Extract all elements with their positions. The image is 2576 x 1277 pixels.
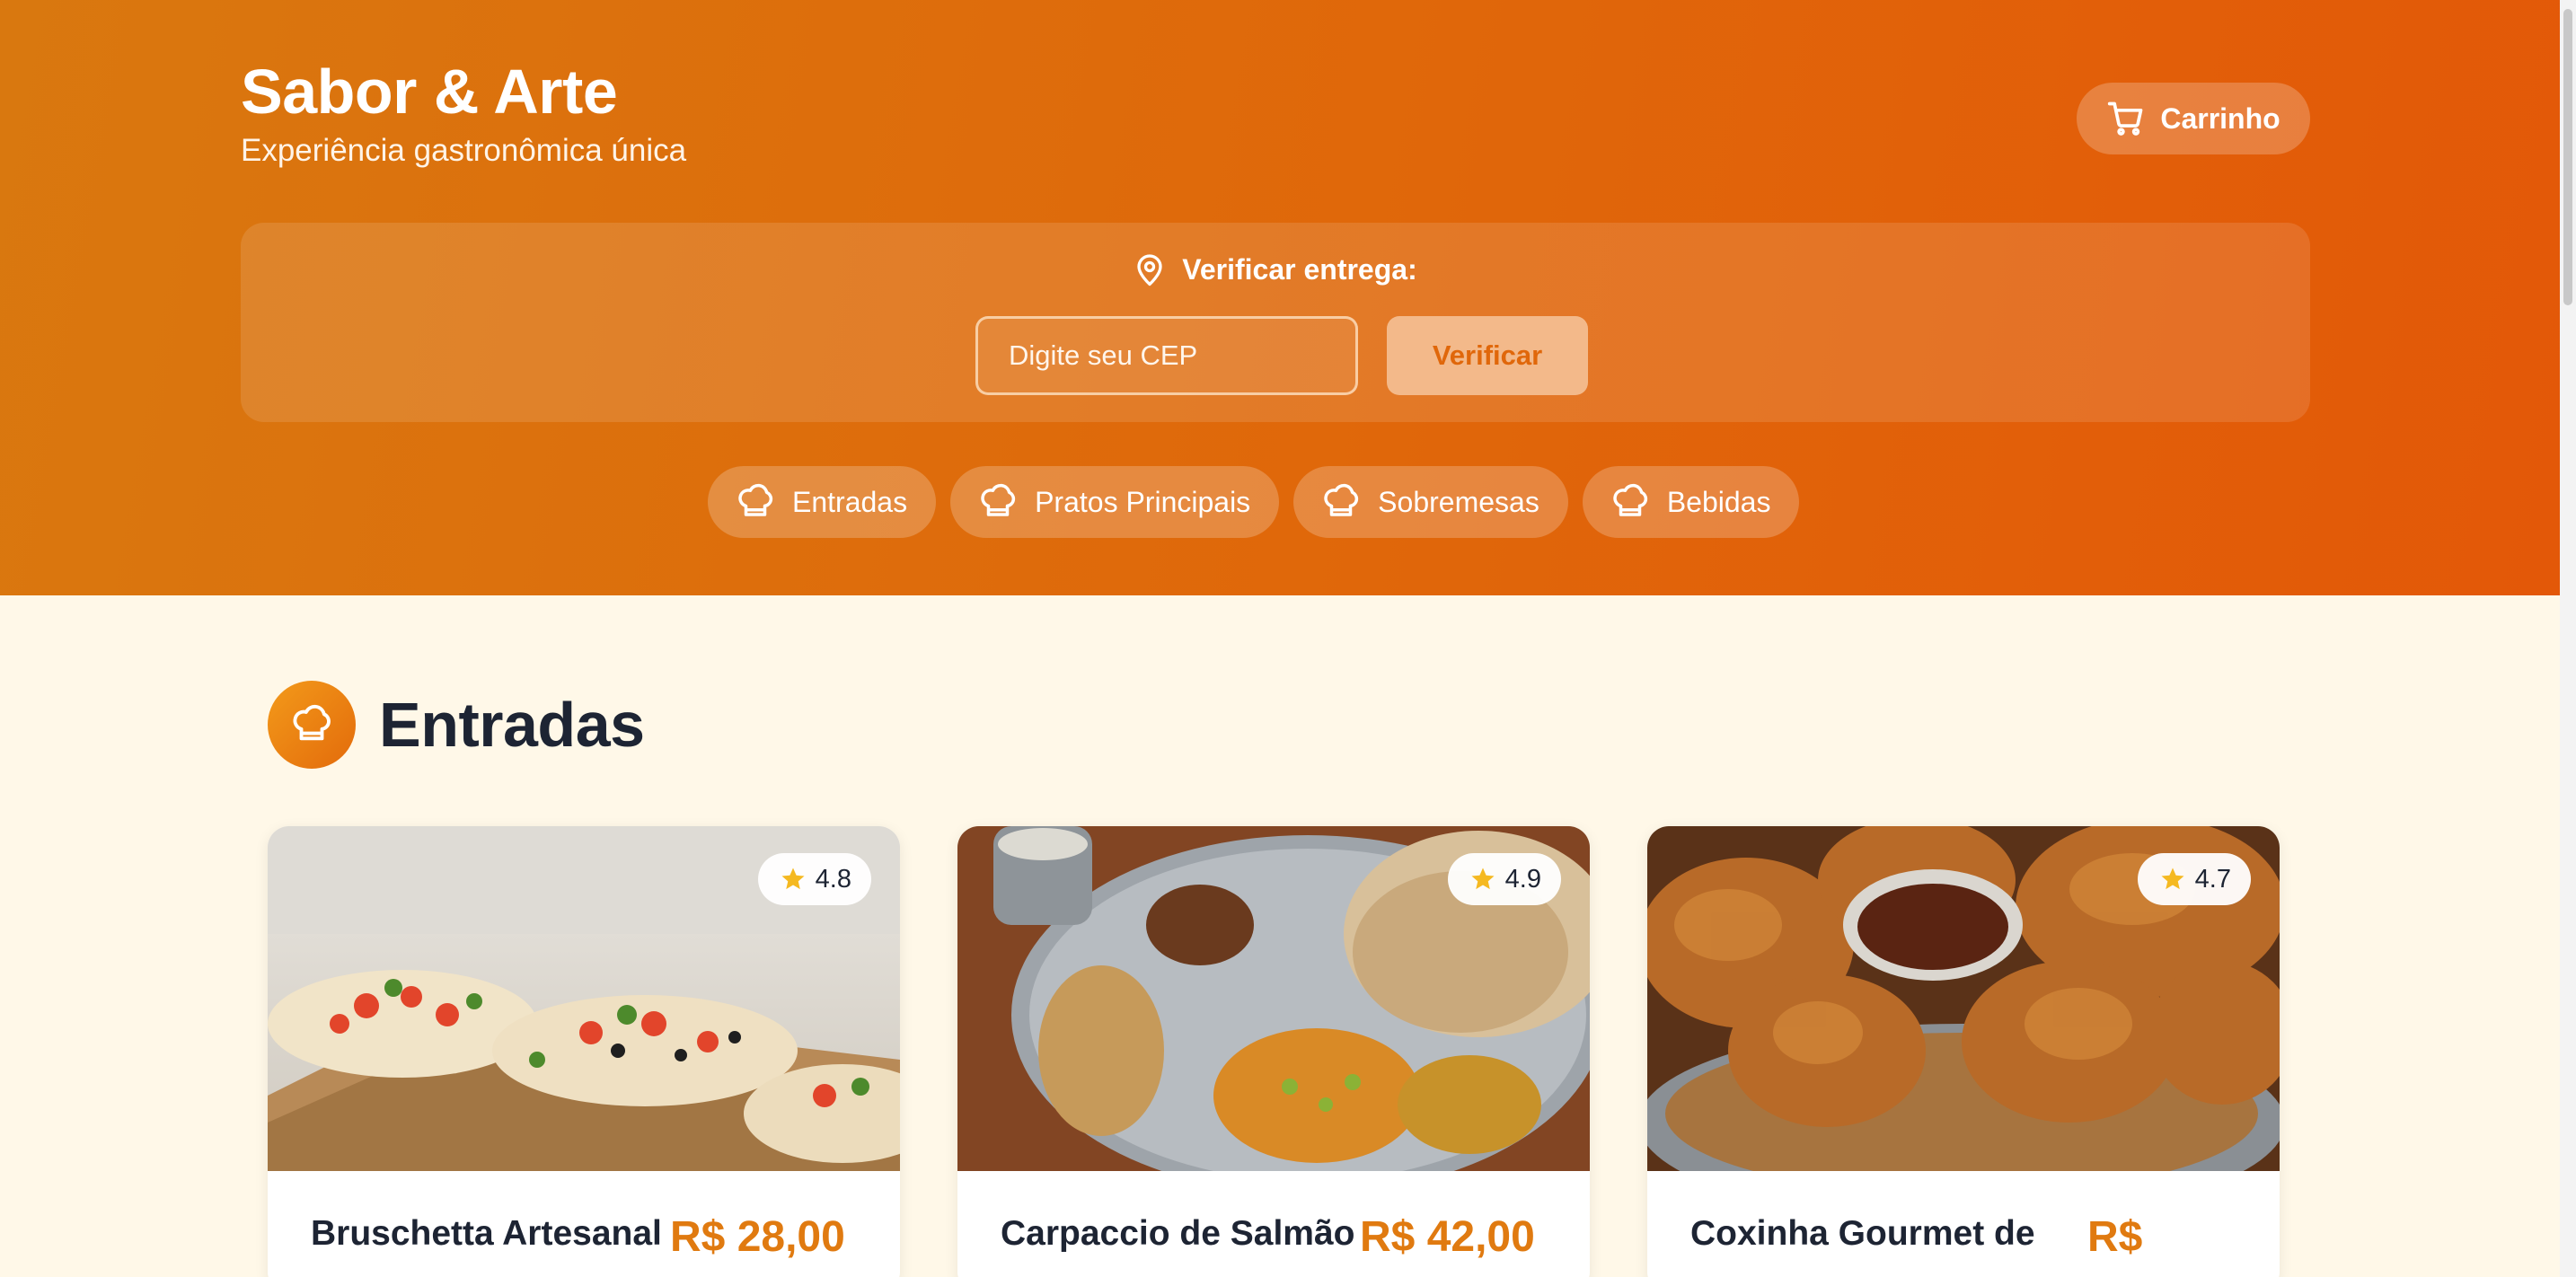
delivery-label: Verificar entrega: (1182, 252, 1417, 286)
chef-hat-icon (1613, 483, 1647, 516)
chef-hat-icon (1324, 483, 1359, 516)
dish-card[interactable]: 4.8 Bruschetta Artesanal R$ 28,00 (268, 826, 900, 1277)
dish-name: Carpaccio de Salmão (1001, 1214, 1355, 1253)
verify-button[interactable]: Verificar (1387, 316, 1588, 395)
map-pin-icon (1137, 254, 1162, 286)
chef-hat-icon (293, 704, 331, 741)
section-header: Entradas (268, 681, 645, 769)
category-nav: Entradas Pratos Principais Sobremesas Be… (708, 466, 1800, 538)
star-icon (1471, 867, 1495, 890)
rating-value: 4.8 (815, 864, 851, 894)
dish-price: R$ 42,00 (1360, 1213, 1535, 1261)
cep-input[interactable] (975, 316, 1358, 395)
dish-name: Coxinha Gourmet de (1690, 1214, 2035, 1253)
category-label: Sobremesas (1378, 485, 1539, 518)
category-entradas[interactable]: Entradas (708, 466, 937, 538)
category-label: Bebidas (1666, 485, 1771, 518)
star-icon (781, 867, 805, 890)
rating-value: 4.7 (2194, 864, 2231, 894)
dish-price: R$ (2087, 1213, 2143, 1261)
rating-badge: 4.7 (2137, 853, 2251, 905)
chef-hat-icon (738, 483, 773, 516)
brand-title: Sabor & Arte (241, 57, 618, 127)
rating-value: 4.9 (1504, 864, 1541, 894)
section-title: Entradas (379, 690, 645, 760)
category-bebidas[interactable]: Bebidas (1582, 466, 1800, 538)
category-label: Pratos Principais (1035, 485, 1251, 518)
rating-badge: 4.9 (1447, 853, 1561, 905)
dish-card[interactable]: 4.9 Carpaccio de Salmão R$ 42,00 (957, 826, 1590, 1277)
brand-subtitle: Experiência gastronômica única (241, 133, 687, 168)
scrollbar-thumb[interactable] (2563, 9, 2572, 305)
delivery-check-panel: Verificar entrega: Verificar (241, 223, 2310, 422)
cart-button[interactable]: Carrinho (2077, 83, 2310, 154)
site-header: Sabor & Arte Experiência gastronômica ún… (0, 0, 2560, 595)
delivery-label-row: Verificar entrega: (241, 251, 2310, 287)
dish-name: Bruschetta Artesanal (311, 1214, 662, 1253)
dish-price: R$ 28,00 (670, 1213, 845, 1261)
cart-label: Carrinho (2160, 101, 2280, 135)
chef-hat-icon (981, 483, 1016, 516)
category-label: Entradas (792, 485, 908, 518)
category-sobremesas[interactable]: Sobremesas (1293, 466, 1568, 538)
cart-icon (2108, 101, 2143, 136)
dish-card[interactable]: 4.7 Coxinha Gourmet de R$ (1647, 826, 2280, 1277)
section-icon-badge (268, 681, 356, 769)
rating-badge: 4.8 (757, 853, 871, 905)
star-icon (2161, 867, 2184, 890)
category-pratos-principais[interactable]: Pratos Principais (950, 466, 1280, 538)
